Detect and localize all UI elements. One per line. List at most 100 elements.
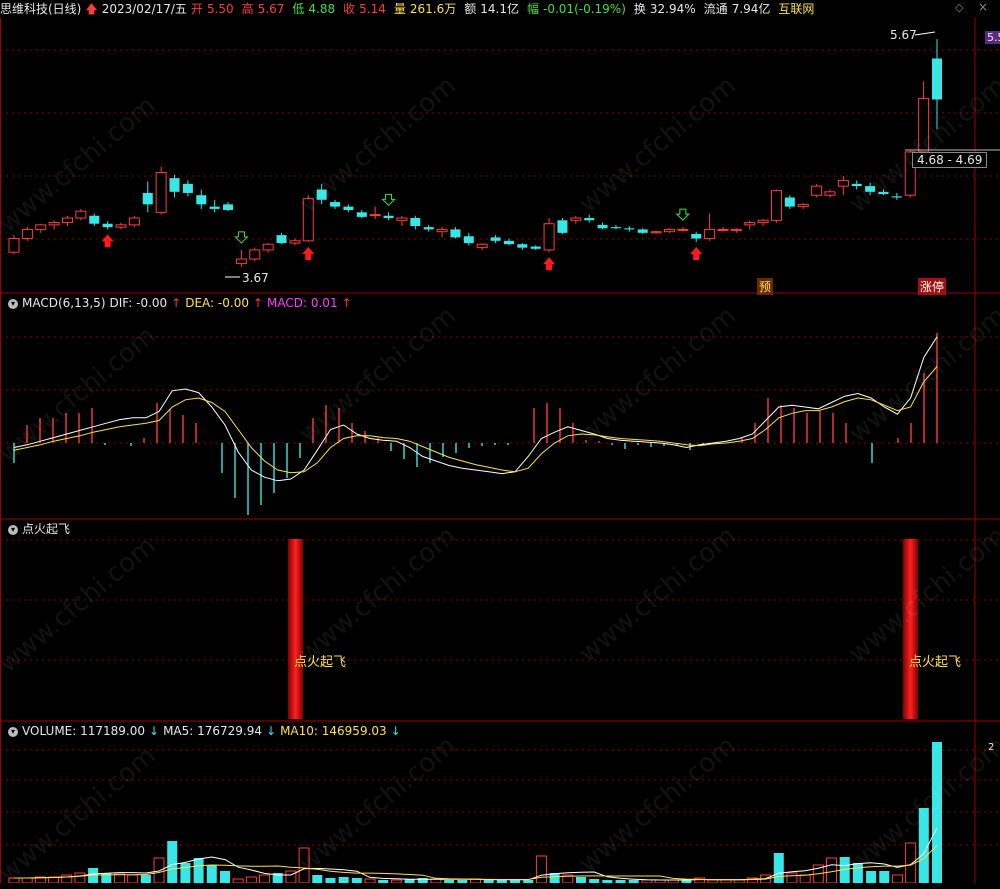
volume-bar bbox=[589, 879, 600, 883]
signal-bar-label: 点火起飞 bbox=[909, 655, 962, 670]
volume-ma5: MA5: 176729.94 bbox=[163, 724, 263, 738]
candle-body bbox=[169, 178, 180, 192]
signal-bar bbox=[288, 539, 303, 719]
volume-bar bbox=[285, 870, 297, 883]
volume-bar bbox=[799, 874, 811, 883]
macd-dea: DEA: -0.00 bbox=[185, 296, 249, 310]
candle-body bbox=[182, 183, 193, 193]
macd-dif: DIF: -0.00 bbox=[109, 296, 168, 310]
candle-body bbox=[503, 240, 514, 245]
candle-body bbox=[196, 195, 207, 205]
price-tag: 5.5 bbox=[985, 31, 1000, 44]
volume-bar bbox=[140, 875, 151, 883]
indicator-menu-icon[interactable]: ▾ bbox=[8, 524, 18, 535]
volume-title: VOLUME: 117189.00 bbox=[22, 724, 145, 738]
volume-bar bbox=[575, 877, 586, 883]
candle-body bbox=[463, 236, 474, 244]
candle-body bbox=[730, 228, 742, 232]
candle-body bbox=[624, 228, 635, 230]
candle-body bbox=[517, 244, 528, 248]
dea-line bbox=[13, 366, 938, 474]
candle-body bbox=[891, 196, 902, 198]
limit-up-tag: 涨停 bbox=[918, 278, 947, 295]
volume-bar bbox=[879, 871, 890, 883]
candle-body bbox=[744, 222, 756, 226]
candle-body bbox=[757, 219, 769, 224]
candle-body bbox=[811, 185, 823, 196]
candle-body bbox=[223, 204, 234, 211]
candle-body bbox=[410, 218, 421, 226]
volume-bar bbox=[127, 874, 139, 883]
volume-bar bbox=[364, 878, 376, 883]
signal-header: ▾ 点火起飞 bbox=[0, 520, 74, 538]
volume-bar bbox=[786, 872, 798, 883]
candle-body bbox=[21, 228, 33, 240]
candle-body bbox=[557, 220, 568, 233]
volume-header: ▾ VOLUME: 117189.00 ↓ MA5: 176729.94 ↓ MA10: … bbox=[0, 722, 405, 740]
candle-body bbox=[610, 227, 621, 229]
macd-header: ▾ MACD(6,13,5) DIF: -0.00 ↑ DEA: -0.00 ↑ MACD:… bbox=[0, 294, 356, 312]
signal-title: 点火起飞 bbox=[22, 522, 71, 536]
candle-body bbox=[128, 217, 140, 226]
high-marker-arrow bbox=[914, 31, 936, 36]
candle-body bbox=[276, 235, 287, 244]
candle-body bbox=[770, 190, 782, 221]
candle-body bbox=[369, 214, 381, 217]
volume-bar bbox=[180, 863, 191, 883]
volume-bar bbox=[694, 877, 706, 883]
volume-bar bbox=[325, 878, 336, 883]
volume-bar bbox=[167, 841, 178, 883]
pre-signal-tag: 预 bbox=[757, 278, 774, 295]
candle-body bbox=[650, 231, 662, 234]
candle-body bbox=[62, 217, 74, 224]
candle-body bbox=[637, 229, 648, 233]
volume-bar bbox=[232, 878, 244, 883]
candle-body bbox=[155, 171, 167, 213]
candle-body bbox=[450, 229, 461, 238]
candle-body bbox=[356, 212, 367, 217]
candle-body bbox=[423, 227, 434, 230]
candle-body bbox=[48, 222, 60, 226]
indicator-menu-icon[interactable]: ▾ bbox=[8, 298, 18, 309]
sell-arrow-icon bbox=[675, 208, 691, 221]
candle-body bbox=[35, 224, 47, 230]
candle-body bbox=[597, 224, 608, 229]
candle-body bbox=[530, 246, 541, 249]
volume-bar bbox=[113, 873, 125, 883]
volume-bar bbox=[773, 853, 784, 883]
candle-body bbox=[262, 243, 274, 251]
candle-body bbox=[102, 223, 113, 228]
indicator-menu-icon[interactable]: ▾ bbox=[8, 726, 18, 737]
candle-body bbox=[490, 237, 501, 241]
candle-body bbox=[691, 233, 702, 239]
sell-arrow-icon bbox=[234, 231, 249, 244]
candle-body bbox=[75, 210, 87, 219]
volume-ma10: MA10: 146959.03 bbox=[280, 724, 387, 738]
candle-body bbox=[717, 228, 729, 231]
candle-body bbox=[115, 224, 127, 228]
candle-body bbox=[8, 238, 20, 253]
ma5-line bbox=[14, 827, 938, 881]
candle-body bbox=[797, 203, 809, 208]
candle-body bbox=[677, 228, 689, 231]
buy-arrow-icon bbox=[302, 246, 315, 260]
dif-line bbox=[13, 336, 938, 482]
candle-body bbox=[142, 192, 153, 205]
candle-body bbox=[209, 206, 220, 209]
candle-body bbox=[383, 215, 394, 219]
candle-body bbox=[784, 197, 795, 207]
volume-bar bbox=[891, 874, 903, 883]
candle-body bbox=[824, 191, 836, 196]
macd-value: MACD: 0.01 bbox=[267, 296, 338, 310]
buy-arrow-icon bbox=[543, 257, 556, 271]
low-price-marker: 3.67 bbox=[242, 271, 269, 285]
candle-body bbox=[249, 249, 261, 260]
volume-bar bbox=[245, 876, 257, 883]
candle-body bbox=[543, 223, 555, 251]
candle-body bbox=[235, 258, 247, 265]
volume-bar bbox=[351, 878, 362, 883]
volume-bar bbox=[193, 858, 204, 883]
candle-body bbox=[704, 228, 716, 240]
candle-body bbox=[476, 243, 488, 249]
candle-body bbox=[396, 217, 408, 221]
